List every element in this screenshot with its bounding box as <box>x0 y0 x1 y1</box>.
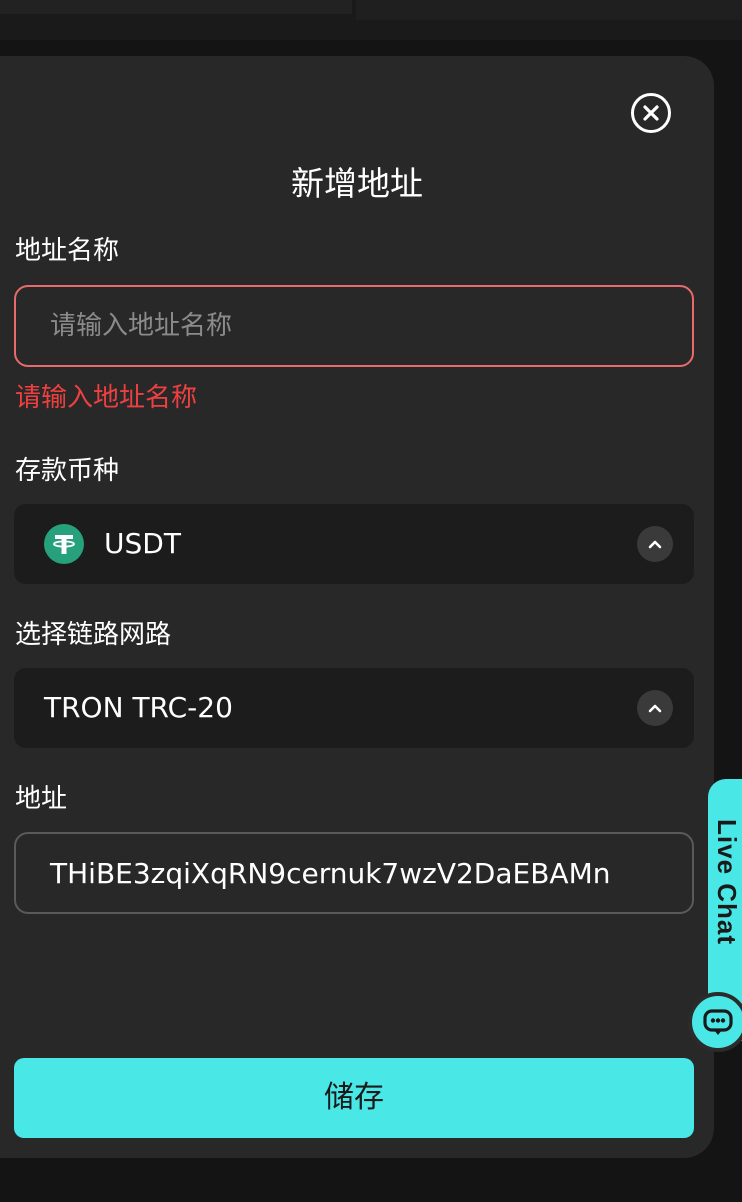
address-name-error: 请输入地址名称 <box>15 383 198 413</box>
address-name-label: 地址名称 <box>15 236 120 266</box>
chevron-up-icon[interactable] <box>637 690 673 726</box>
currency-select[interactable]: USDT <box>14 504 694 584</box>
network-label: 选择链路网路 <box>15 620 172 650</box>
chevron-up-icon[interactable] <box>637 526 673 562</box>
save-button[interactable]: 储存 <box>14 1058 694 1138</box>
network-selected: TRON TRC-20 <box>44 691 233 724</box>
close-circle-icon <box>643 105 659 121</box>
currency-selected: USDT <box>104 527 181 560</box>
modal-title: 新增地址 <box>291 164 423 203</box>
close-button[interactable] <box>631 93 671 133</box>
top-bar-segment <box>0 0 352 14</box>
address-field[interactable]: THiBE3zqiXqRN9cernuk7wzV2DaEBAMn <box>14 832 694 914</box>
chat-bubble-icon[interactable] <box>688 992 742 1052</box>
network-select[interactable]: TRON TRC-20 <box>14 668 694 748</box>
address-name-input[interactable] <box>16 311 692 341</box>
top-bar-segment <box>356 0 742 20</box>
top-bar <box>0 0 742 40</box>
address-name-field[interactable] <box>14 285 694 367</box>
address-value[interactable]: THiBE3zqiXqRN9cernuk7wzV2DaEBAMn <box>16 857 690 890</box>
live-chat-label: Live Chat <box>712 819 742 946</box>
currency-label: 存款币种 <box>15 456 120 486</box>
address-label: 地址 <box>15 784 68 814</box>
usdt-tether-icon <box>44 524 84 564</box>
add-address-modal: 新增地址 地址名称 请输入地址名称 存款币种 USDT 选择链路网路 TRON … <box>0 56 714 1158</box>
